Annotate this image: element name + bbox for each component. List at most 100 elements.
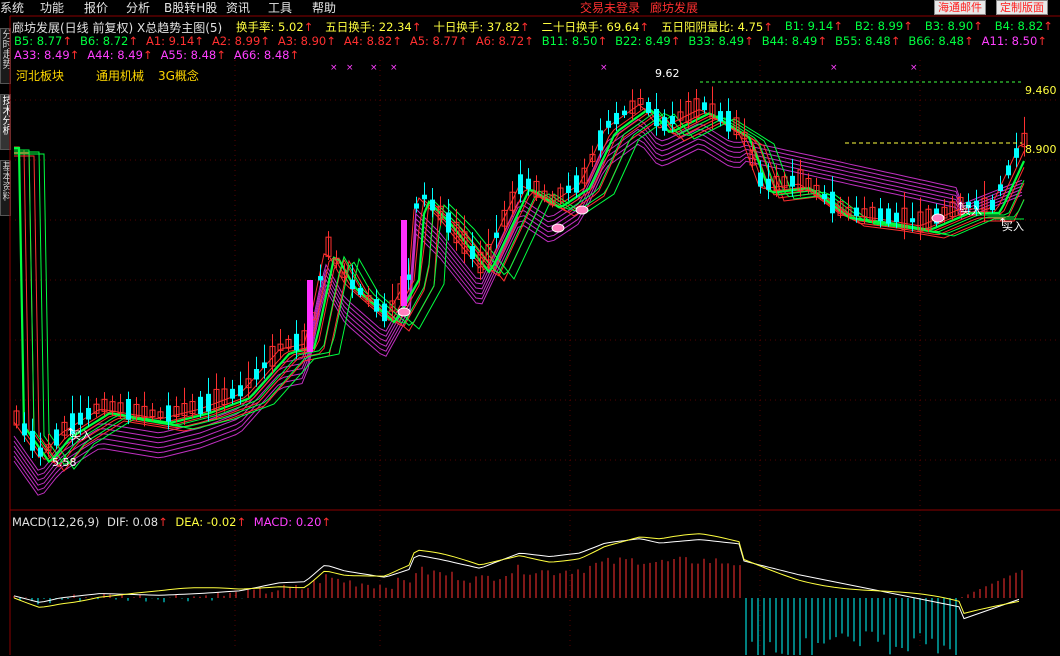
up-arrow-icon: ↑ (303, 20, 314, 34)
x-marker-icon: × (910, 63, 918, 73)
indicator-a33: A33: 8.49↑ (14, 48, 80, 62)
candle-body (878, 208, 883, 222)
up-arrow-icon: ↑ (411, 20, 422, 34)
indicator-a5: A5: 8.77↑ (409, 34, 468, 48)
high-price-label: 9.62 (655, 67, 680, 80)
candle-body (38, 447, 43, 457)
candle-body (790, 175, 795, 187)
candle-body (22, 423, 27, 436)
red-ma-line (14, 107, 1025, 460)
indicator-b55: B55: 8.48↑ (835, 34, 901, 48)
candle-body (30, 430, 35, 451)
sector-3g-concept[interactable]: 3G概念 (158, 67, 199, 84)
candle-body (910, 218, 915, 223)
green-ma-line (14, 112, 1025, 465)
candle-body (830, 191, 835, 214)
up-arrow-icon: ↑ (326, 34, 336, 48)
dif-label: DIF: (107, 515, 129, 529)
candle-body (518, 174, 523, 195)
up-arrow-icon: ↑ (817, 34, 828, 48)
candle-body (1014, 148, 1019, 158)
candle-body (766, 178, 771, 190)
ma-band-line (13, 143, 1023, 496)
dif-line (13, 538, 1020, 620)
red-ma-line (13, 104, 1025, 459)
candle-body (662, 117, 667, 131)
indicator-a2: A2: 8.99↑ (211, 34, 270, 48)
candle-body (566, 185, 571, 193)
candle-body (238, 385, 243, 397)
up-arrow-icon: ↑ (128, 34, 138, 48)
candle-body (614, 112, 619, 125)
candle-body (598, 130, 603, 151)
indicator-b4: B4: 8.82↑ (994, 19, 1053, 33)
candle-body (606, 120, 611, 128)
low-price-label: 5.58 (52, 456, 77, 469)
sector-general-machinery[interactable]: 通用机械 (96, 67, 144, 84)
up-arrow-icon: ↑ (833, 19, 843, 33)
candle-body (230, 388, 235, 399)
gem-marker-icon (551, 223, 565, 233)
candle-body (198, 396, 203, 415)
indicator-b2: B2: 8.99↑ (854, 19, 913, 33)
up-arrow-icon: ↑ (744, 34, 754, 48)
indicator-b11: B11: 8.50↑ (541, 34, 608, 48)
buy-signal-1: 买入 (70, 429, 92, 442)
indicator-五日换手: 五日换手: 22.34↑ (325, 20, 422, 34)
right-price-top: 9.460 (1025, 84, 1057, 97)
kline-chart[interactable]: × × × × × × ×↑↑↑ (0, 0, 1060, 655)
candle-body (526, 178, 531, 190)
candle-body (430, 199, 435, 211)
candle-body (702, 102, 707, 111)
gem-marker-icon (575, 205, 589, 215)
up-arrow-icon: ↑ (458, 34, 468, 48)
candle-body (350, 279, 355, 290)
up-arrow-icon: ↑ (524, 34, 534, 48)
ma-values-row-2: A33: 8.49↑ A44: 8.49↑ A55: 8.48↑ A66: 8.48↑ (14, 48, 614, 62)
candle-body (54, 429, 59, 446)
indicator-b22: B22: 8.49↑ (615, 34, 681, 48)
indicator-b5: B5: 8.77↑ (14, 34, 72, 48)
up-arrow-icon: ↑ (392, 34, 402, 48)
turnover-stats: 换手率: 5.02↑ 五日换手: 22.34↑ 十日换手: 37.82↑ 二十日换手:… (236, 19, 1056, 34)
red-ma-line (14, 113, 1025, 468)
candle-body (254, 369, 259, 380)
buy-signal-2: 买入 (960, 204, 982, 217)
candle-body (822, 194, 827, 199)
candle-body (670, 115, 675, 125)
candle-body (294, 333, 299, 351)
x-marker-icon: × (330, 63, 338, 73)
signal-bar (307, 280, 313, 352)
up-arrow-icon: ↑ (260, 34, 270, 48)
up-arrow-icon: ↑ (890, 34, 901, 48)
candle-body (718, 111, 723, 122)
candle-body (206, 393, 211, 412)
dif-value: 0.08 (132, 515, 159, 529)
indicator-b66: B66: 8.48↑ (908, 34, 974, 48)
indicator-b44: B44: 8.49↑ (761, 34, 828, 48)
green-ma-line (14, 113, 1024, 470)
indicator-a66: A66: 8.48↑ (233, 48, 300, 62)
up-arrow-icon: ↑ (964, 34, 974, 48)
x-marker-icon: × (830, 63, 838, 73)
indicator-a3: A3: 8.90↑ (277, 34, 336, 48)
indicator-a6: A6: 8.72↑ (475, 34, 534, 48)
candle-body (374, 299, 379, 312)
gem-marker-icon (397, 307, 411, 317)
indicator-二十日换手: 二十日换手: 69.64↑ (541, 20, 650, 34)
indicator-十日换手: 十日换手: 37.82↑ (433, 20, 530, 34)
sector-hebei[interactable]: 河北板块 (16, 67, 64, 84)
indicator-b6: B6: 8.72↑ (79, 34, 138, 48)
candle-body (126, 398, 131, 420)
green-ma-line (14, 110, 1025, 465)
candle-body (318, 276, 323, 281)
up-arrow-icon: ↑ (236, 515, 247, 529)
dea-label: DEA: (175, 515, 204, 529)
dea-value: -0.02 (206, 515, 237, 529)
candle-body (262, 362, 267, 369)
up-arrow-icon: ↑ (519, 20, 530, 34)
up-arrow-icon: ↑ (763, 20, 773, 34)
x-marker-icon: × (600, 63, 608, 73)
indicator-五日阳阴量比: 五日阳阴量比: 4.75↑ (661, 20, 773, 34)
up-arrow-icon: ↑ (639, 20, 650, 34)
